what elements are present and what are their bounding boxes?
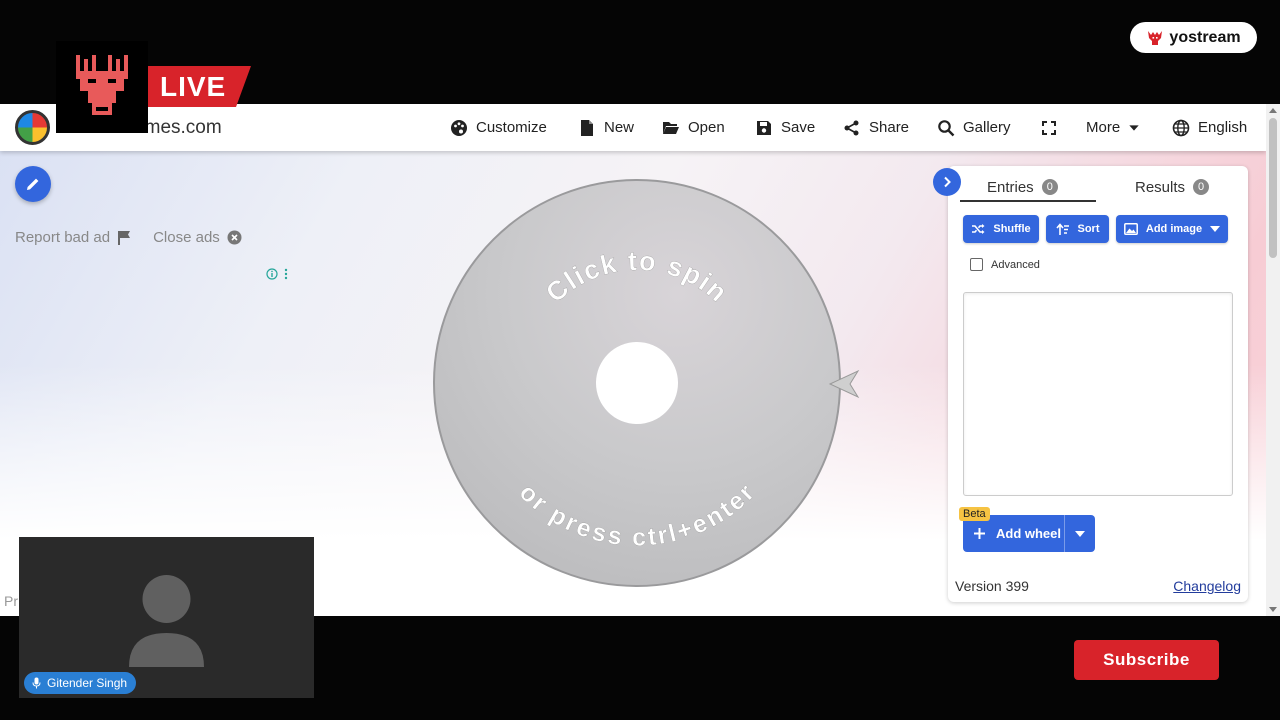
participant-name-tag: Gitender Singh	[24, 672, 137, 694]
pencil-icon	[27, 178, 39, 190]
live-badge: LIVE	[148, 66, 251, 107]
ad-choices[interactable]	[266, 268, 288, 280]
advanced-label: Advanced	[991, 258, 1040, 271]
floppy-disk-icon	[757, 120, 771, 135]
save-button[interactable]: Save	[755, 104, 815, 151]
wheel-pointer-icon	[828, 369, 860, 399]
share-button[interactable]: Share	[843, 104, 909, 151]
fullscreen-button[interactable]	[1040, 104, 1058, 151]
open-label: Open	[688, 119, 725, 136]
flag-icon	[118, 231, 131, 245]
shuffle-icon	[972, 224, 985, 234]
palette-icon	[451, 119, 467, 136]
tab-results-label: Results	[1135, 178, 1186, 196]
navbar: wheelofnames.com Customize New Open Save…	[0, 104, 1266, 151]
share-label: Share	[869, 119, 910, 136]
file-icon	[581, 119, 593, 136]
customize-button[interactable]: Customize	[450, 104, 547, 151]
language-button[interactable]: English	[1172, 104, 1247, 151]
ad-links: Report bad ad Close ads	[15, 229, 242, 246]
changelog-link[interactable]: Changelog	[1173, 578, 1241, 594]
active-tab-indicator	[960, 200, 1096, 202]
scroll-down-arrow-icon[interactable]	[1269, 607, 1277, 612]
shuffle-button[interactable]: Shuffle	[963, 215, 1039, 243]
gallery-label: Gallery	[963, 119, 1011, 136]
sort-button[interactable]: Sort	[1046, 215, 1109, 243]
live-label: LIVE	[160, 71, 227, 102]
sort-icon	[1055, 222, 1069, 235]
yostream-label: yostream	[1169, 28, 1241, 46]
shuffle-label: Shuffle	[993, 223, 1031, 235]
kebab-menu-icon	[284, 268, 288, 280]
microphone-icon	[32, 677, 41, 689]
sort-label: Sort	[1077, 223, 1100, 235]
fullscreen-icon	[1042, 120, 1056, 135]
advanced-option[interactable]: Advanced	[970, 258, 1040, 271]
open-button[interactable]: Open	[662, 104, 725, 151]
footer-text-fragment: Pr	[4, 593, 18, 609]
gallery-button[interactable]: Gallery	[937, 104, 1011, 151]
webcam-tile: Gitender Singh	[19, 537, 314, 698]
plus-icon	[974, 528, 985, 539]
wheel-center	[596, 342, 678, 424]
spin-wheel[interactable]: Click to spin or press ctrl+enter	[432, 178, 842, 588]
beta-badge: Beta	[959, 507, 990, 521]
more-menu-button[interactable]: More	[1086, 104, 1140, 151]
chevron-right-icon	[944, 176, 951, 188]
close-ads-link[interactable]: Close ads	[153, 229, 242, 246]
share-icon	[844, 120, 859, 135]
entries-count-badge: 0	[1041, 179, 1058, 195]
info-icon	[266, 268, 278, 280]
page-scrollbar[interactable]	[1266, 104, 1280, 616]
search-icon	[938, 119, 955, 136]
edit-button[interactable]	[15, 166, 51, 202]
advanced-checkbox[interactable]	[970, 258, 983, 271]
more-label: More	[1086, 119, 1121, 136]
yostream-logo-icon	[1148, 30, 1163, 45]
participant-name: Gitender Singh	[47, 676, 128, 690]
caret-down-icon	[1210, 226, 1221, 232]
scrollbar-thumb[interactable]	[1269, 118, 1277, 258]
report-bad-ad-label: Report bad ad	[15, 229, 111, 246]
tab-entries-label: Entries	[987, 178, 1034, 196]
language-label: English	[1198, 119, 1248, 136]
channel-logo	[56, 41, 148, 133]
pixel-deer-icon	[76, 55, 128, 115]
entries-textbox[interactable]	[963, 292, 1233, 496]
add-wheel-dropdown[interactable]	[1065, 530, 1095, 537]
subscribe-button[interactable]: Subscribe	[1074, 640, 1219, 680]
site-logo-icon[interactable]	[15, 110, 50, 145]
save-label: Save	[781, 119, 816, 136]
report-bad-ad-link[interactable]: Report bad ad	[15, 229, 131, 246]
tab-entries[interactable]: Entries 0	[987, 174, 1058, 200]
yostream-badge: yostream	[1130, 22, 1257, 53]
tab-results[interactable]: Results 0	[1135, 174, 1210, 200]
caret-down-icon	[1075, 530, 1085, 537]
image-icon	[1123, 223, 1138, 235]
customize-label: Customize	[476, 119, 547, 136]
folder-open-icon	[663, 121, 679, 134]
version-text: Version 399	[955, 578, 1029, 594]
hide-panel-button[interactable]	[933, 168, 961, 196]
new-label: New	[604, 119, 635, 136]
caret-down-icon	[1129, 124, 1139, 131]
results-count-badge: 0	[1193, 179, 1210, 195]
entries-panel: Entries 0 Results 0 Shuffle Sort Add ima…	[948, 166, 1248, 602]
add-image-button[interactable]: Add image	[1116, 215, 1228, 243]
add-image-label: Add image	[1145, 223, 1203, 235]
new-button[interactable]: New	[578, 104, 634, 151]
close-ads-label: Close ads	[153, 229, 220, 246]
globe-icon	[1172, 119, 1190, 136]
add-wheel-label: Add wheel	[996, 526, 1062, 541]
scroll-up-arrow-icon[interactable]	[1269, 108, 1277, 113]
stream-screen: yostream wheelofnames.com Customize New …	[0, 0, 1280, 720]
close-circle-icon	[227, 230, 242, 245]
